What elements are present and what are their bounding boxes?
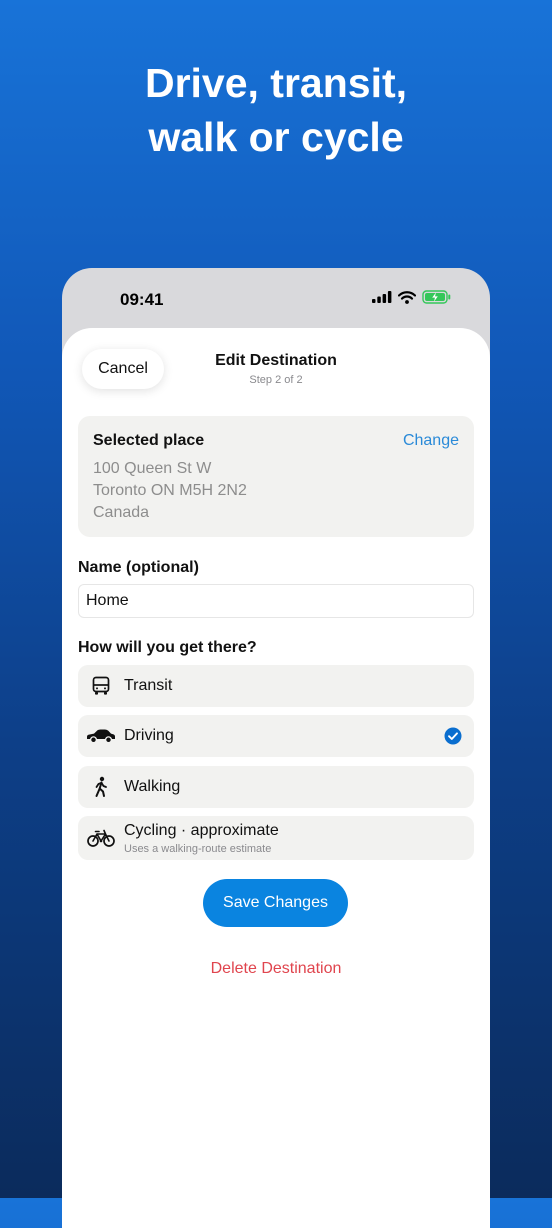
name-field-label: Name (optional) <box>78 559 199 576</box>
mode-label-walking: Walking <box>124 778 181 795</box>
mode-label-driving: Driving <box>124 727 174 744</box>
hero-line-1: Drive, transit, <box>144 60 408 106</box>
name-input[interactable] <box>78 584 474 618</box>
bicycle-icon <box>86 826 116 850</box>
sheet-title: Edit Destination <box>215 352 337 369</box>
mode-sublabel-cycling: Uses a walking-route estimate <box>124 843 272 855</box>
phone-frame: 09:41 Cancel Edit Destination Step 2 of … <box>62 268 490 1228</box>
car-icon <box>86 724 116 748</box>
save-changes-button[interactable]: Save Changes <box>203 879 348 927</box>
address-line-1: 100 Queen St W <box>93 460 212 477</box>
checkmark-circle-icon <box>444 727 462 745</box>
battery-charging-icon <box>422 290 451 304</box>
hero-headline: Drive, transit, walk or cycle <box>0 56 552 164</box>
walking-icon <box>86 775 116 799</box>
selected-place-label: Selected place <box>93 432 205 449</box>
mode-option-driving[interactable]: Driving <box>78 715 474 757</box>
edit-destination-sheet: Cancel Edit Destination Step 2 of 2 Sele… <box>62 328 490 1228</box>
signal-icon <box>372 291 392 303</box>
mode-label-transit: Transit <box>124 677 173 694</box>
bus-icon <box>86 674 116 698</box>
mode-label-cycling: Cycling · approximate <box>124 822 279 839</box>
mode-option-cycling[interactable]: Cycling · approximate Uses a walking-rou… <box>78 816 474 860</box>
selected-place-card: Selected place Change 100 Queen St W Tor… <box>78 416 474 537</box>
step-indicator: Step 2 of 2 <box>249 374 303 386</box>
mode-option-walking[interactable]: Walking <box>78 766 474 808</box>
travel-mode-question: How will you get there? <box>78 639 257 656</box>
delete-destination-button[interactable]: Delete Destination <box>62 960 490 978</box>
mode-option-transit[interactable]: Transit <box>78 665 474 707</box>
hero-line-2: walk or cycle <box>148 114 404 160</box>
status-icons <box>372 290 452 304</box>
address-line-2: Toronto ON M5H 2N2 <box>93 482 247 499</box>
wifi-icon <box>398 290 416 304</box>
address-line-3: Canada <box>93 504 150 521</box>
change-place-link[interactable]: Change <box>403 432 459 450</box>
status-time: 09:41 <box>120 290 164 309</box>
